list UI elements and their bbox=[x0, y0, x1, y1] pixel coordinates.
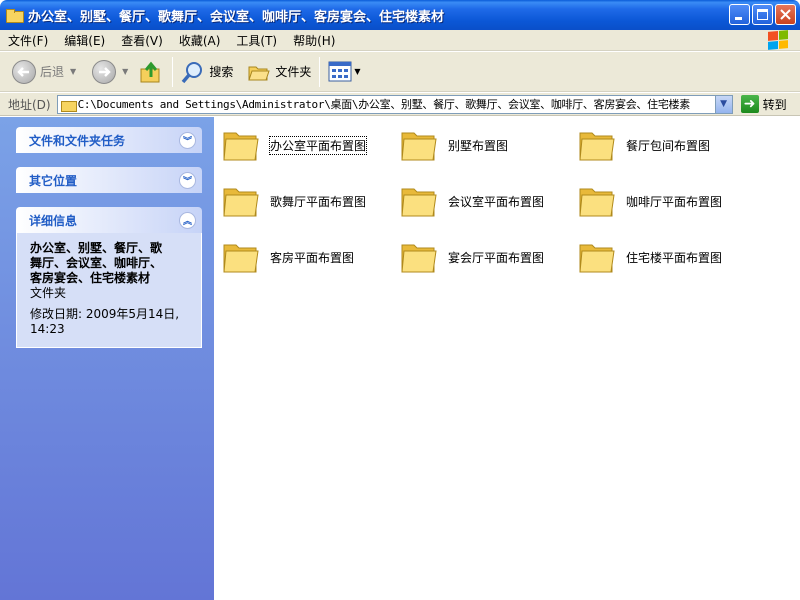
folder-icon bbox=[579, 132, 615, 161]
folders-button[interactable]: 文件夹 bbox=[243, 55, 315, 89]
close-icon bbox=[780, 9, 791, 20]
title-bar[interactable]: 办公室、别墅、餐厅、歌舞厅、会议室、咖啡厅、客房宴会、住宅楼素材 bbox=[0, 0, 800, 30]
folder-icon bbox=[6, 9, 24, 23]
address-label: 地址(D) bbox=[8, 97, 51, 112]
folder-item[interactable]: 办公室平面布置图 bbox=[222, 127, 368, 163]
toolbar-separator bbox=[319, 56, 321, 87]
folder-icon bbox=[223, 188, 259, 217]
detail-type: 文件夹 bbox=[30, 286, 67, 300]
other-places-header[interactable]: 其它位置 ︾ bbox=[16, 167, 202, 193]
other-places-group: 其它位置 ︾ bbox=[16, 167, 202, 193]
folder-item[interactable]: 餐厅包间布置图 bbox=[578, 127, 710, 163]
close-button[interactable] bbox=[775, 4, 796, 25]
go-label: 转到 bbox=[762, 97, 787, 112]
file-folder-tasks-header[interactable]: 文件和文件夹任务 ︾ bbox=[16, 127, 202, 153]
folder-name: 住宅楼平面布置图 bbox=[626, 250, 723, 265]
chevron-down-icon[interactable]: ︾ bbox=[179, 171, 196, 189]
folder-name: 客房平面布置图 bbox=[270, 250, 355, 265]
forward-dropdown-icon[interactable]: ▼ bbox=[122, 67, 128, 76]
search-icon bbox=[181, 61, 203, 83]
chevron-down-icon[interactable]: ︾ bbox=[179, 131, 196, 149]
go-arrow-icon: ➜ bbox=[740, 95, 759, 113]
minimize-button[interactable] bbox=[729, 4, 750, 25]
minimize-icon bbox=[735, 17, 742, 20]
folders-icon bbox=[248, 66, 271, 80]
details-header[interactable]: 详细信息 ︽ bbox=[16, 207, 202, 233]
folder-name: 办公室平面布置图 bbox=[268, 135, 368, 155]
details-body: 办公室、别墅、餐厅、歌 舞厅、会议室、咖啡厅、 客房宴会、住宅楼素材 文件夹 修… bbox=[16, 233, 202, 348]
maximize-icon bbox=[757, 9, 768, 20]
folder-icon bbox=[223, 132, 259, 161]
menu-view[interactable]: 查看(V) bbox=[113, 32, 171, 49]
go-button[interactable]: ➜ 转到 bbox=[740, 95, 787, 113]
folder-item[interactable]: 歌舞厅平面布置图 bbox=[222, 183, 366, 219]
detail-modified-time: 14:23 bbox=[30, 322, 65, 336]
address-input[interactable]: C:\Documents and Settings\Administrator\… bbox=[56, 94, 733, 114]
file-list[interactable]: 办公室平面布置图 别墅布置图 餐厅包间布置图 歌舞厅平面布置图 会议室平面布置图… bbox=[214, 117, 800, 600]
folder-item[interactable]: 会议室平面布置图 bbox=[400, 183, 544, 219]
folder-name: 宴会厅平面布置图 bbox=[448, 250, 545, 265]
menu-bar: 文件(F) 编辑(E) 查看(V) 收藏(A) 工具(T) 帮助(H) bbox=[0, 30, 800, 51]
folder-item[interactable]: 宴会厅平面布置图 bbox=[400, 239, 544, 275]
menu-help[interactable]: 帮助(H) bbox=[285, 32, 343, 49]
toolbar-separator bbox=[172, 56, 174, 87]
window-controls bbox=[729, 4, 796, 25]
menu-edit[interactable]: 编辑(E) bbox=[56, 32, 113, 49]
detail-modified-date: 修改日期: 2009年5月14日, bbox=[30, 307, 180, 321]
folder-icon bbox=[401, 244, 437, 273]
up-folder-button[interactable] bbox=[134, 55, 168, 89]
folder-icon bbox=[579, 188, 615, 217]
back-label: 后退 bbox=[40, 65, 65, 79]
other-places-title: 其它位置 bbox=[29, 173, 78, 188]
views-icon bbox=[328, 61, 352, 81]
window-title: 办公室、别墅、餐厅、歌舞厅、会议室、咖啡厅、客房宴会、住宅楼素材 bbox=[28, 9, 445, 25]
folder-name: 餐厅包间布置图 bbox=[626, 138, 711, 153]
folder-icon bbox=[401, 188, 437, 217]
search-button[interactable]: 搜索 bbox=[177, 55, 237, 89]
address-path: C:\Documents and Settings\Administrator\… bbox=[77, 98, 691, 111]
folder-item[interactable]: 咖啡厅平面布置图 bbox=[578, 183, 722, 219]
menu-tools[interactable]: 工具(T) bbox=[228, 32, 285, 49]
folder-name: 咖啡厅平面布置图 bbox=[626, 194, 723, 209]
menu-favorites[interactable]: 收藏(A) bbox=[171, 32, 229, 49]
folder-icon bbox=[223, 244, 259, 273]
up-folder-icon bbox=[140, 61, 160, 82]
address-bar: 地址(D) C:\Documents and Settings\Administ… bbox=[0, 93, 800, 116]
toolbar: 后退 ▼ ▼ 搜索 文件夹 ▼ bbox=[0, 52, 800, 92]
folder-name: 会议室平面布置图 bbox=[448, 194, 545, 209]
detail-folder-name: 客房宴会、住宅楼素材 bbox=[30, 271, 151, 285]
folder-name: 歌舞厅平面布置图 bbox=[270, 194, 367, 209]
detail-folder-name: 办公室、别墅、餐厅、歌 bbox=[30, 241, 163, 255]
folder-icon bbox=[579, 244, 615, 273]
detail-folder-name: 舞厅、会议室、咖啡厅、 bbox=[30, 256, 163, 270]
search-label: 搜索 bbox=[209, 65, 234, 79]
menu-file[interactable]: 文件(F) bbox=[0, 32, 56, 49]
folder-icon bbox=[60, 99, 77, 112]
maximize-button[interactable] bbox=[752, 4, 773, 25]
back-button[interactable]: 后退 ▼ bbox=[8, 55, 80, 89]
folders-label: 文件夹 bbox=[275, 65, 312, 79]
details-group: 详细信息 ︽ 办公室、别墅、餐厅、歌 舞厅、会议室、咖啡厅、 客房宴会、住宅楼素… bbox=[16, 207, 202, 348]
forward-button[interactable]: ▼ bbox=[88, 55, 132, 89]
folder-item[interactable]: 住宅楼平面布置图 bbox=[578, 239, 722, 275]
file-folder-tasks-title: 文件和文件夹任务 bbox=[29, 133, 126, 148]
back-dropdown-icon[interactable]: ▼ bbox=[70, 67, 76, 76]
views-button[interactable]: ▼ bbox=[324, 55, 364, 89]
details-title: 详细信息 bbox=[29, 213, 78, 228]
file-folder-tasks-group: 文件和文件夹任务 ︾ bbox=[16, 127, 202, 153]
folder-item[interactable]: 客房平面布置图 bbox=[222, 239, 354, 275]
back-arrow-icon bbox=[12, 59, 36, 84]
task-pane: 文件和文件夹任务 ︾ 其它位置 ︾ 详细信息 ︽ 办公室、别墅、餐厅、歌 舞厅、… bbox=[0, 117, 214, 600]
chevron-up-icon[interactable]: ︽ bbox=[179, 211, 196, 229]
windows-logo-icon bbox=[768, 30, 788, 50]
folder-item[interactable]: 别墅布置图 bbox=[400, 127, 508, 163]
folder-icon bbox=[401, 132, 437, 161]
folder-name: 别墅布置图 bbox=[448, 138, 509, 153]
address-dropdown-icon[interactable]: ▼ bbox=[714, 95, 732, 113]
forward-arrow-icon bbox=[92, 59, 117, 84]
views-dropdown-icon[interactable]: ▼ bbox=[354, 67, 360, 76]
